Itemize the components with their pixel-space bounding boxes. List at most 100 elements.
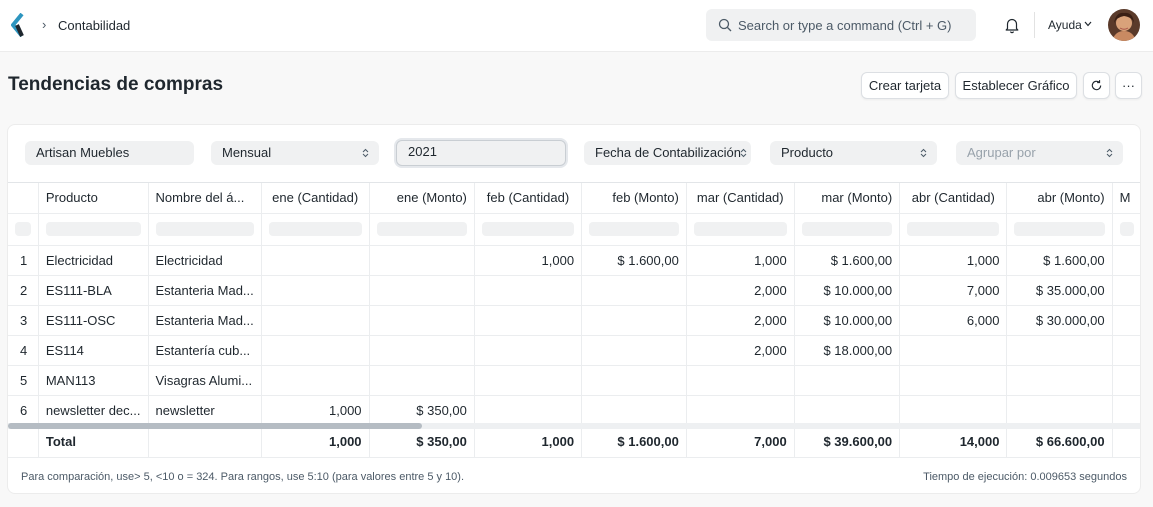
- horizontal-scrollbar[interactable]: [8, 423, 1140, 429]
- table-cell[interactable]: $ 350,00: [369, 395, 475, 426]
- table-cell[interactable]: newsletter: [148, 395, 262, 426]
- table-cell[interactable]: [261, 335, 370, 366]
- column-header[interactable]: Nombre del á...: [148, 183, 262, 214]
- table-cell[interactable]: [474, 365, 583, 396]
- table-cell[interactable]: ES111-BLA: [38, 275, 149, 306]
- table-cell[interactable]: 2,000: [686, 275, 795, 306]
- period-select[interactable]: Mensual: [211, 141, 379, 165]
- refresh-button[interactable]: [1083, 72, 1110, 99]
- table-cell[interactable]: [1112, 335, 1140, 366]
- based-on-select[interactable]: Fecha de Contabilización: [584, 141, 751, 165]
- table-cell[interactable]: [1112, 365, 1140, 396]
- table-cell[interactable]: [369, 365, 475, 396]
- column-header[interactable]: feb (Monto): [581, 183, 687, 214]
- user-avatar[interactable]: [1108, 9, 1140, 41]
- table-cell[interactable]: 2,000: [686, 335, 795, 366]
- search-bar[interactable]: Search or type a command (Ctrl + G): [706, 9, 976, 41]
- table-cell[interactable]: [369, 245, 475, 276]
- table-cell[interactable]: Visagras Alumi...: [148, 365, 262, 396]
- table-cell[interactable]: ES114: [38, 335, 149, 366]
- table-cell[interactable]: [899, 395, 1008, 426]
- table-cell[interactable]: [1006, 365, 1113, 396]
- breadcrumb-contabilidad[interactable]: Contabilidad: [58, 18, 130, 33]
- table-cell[interactable]: $ 18.000,00: [794, 335, 901, 366]
- table-cell[interactable]: [1112, 245, 1140, 276]
- table-cell[interactable]: Estanteria Mad...: [148, 275, 262, 306]
- column-filter-input[interactable]: [261, 213, 370, 246]
- table-cell[interactable]: [474, 305, 583, 336]
- table-cell[interactable]: [369, 335, 475, 366]
- scrollbar-thumb[interactable]: [8, 423, 422, 429]
- table-cell[interactable]: [369, 305, 475, 336]
- table-cell[interactable]: 1,000: [474, 245, 583, 276]
- column-filter-input[interactable]: [899, 213, 1008, 246]
- table-row[interactable]: 3 ES111-OSC Estanteria Mad... 2,000 $ 10.000…: [8, 305, 1140, 336]
- table-cell[interactable]: $ 10.000,00: [794, 305, 901, 336]
- table-cell[interactable]: [261, 365, 370, 396]
- more-actions-button[interactable]: ···: [1115, 72, 1142, 99]
- table-cell[interactable]: [794, 365, 901, 396]
- column-filter-input[interactable]: [686, 213, 795, 246]
- table-cell[interactable]: Electricidad: [38, 245, 149, 276]
- table-cell[interactable]: 6,000: [899, 305, 1008, 336]
- table-cell[interactable]: $ 1.600,00: [1006, 245, 1113, 276]
- table-cell[interactable]: $ 1.600,00: [794, 245, 901, 276]
- column-filter-input[interactable]: [1112, 213, 1140, 246]
- table-cell[interactable]: [581, 275, 687, 306]
- company-filter[interactable]: Artisan Muebles: [25, 141, 194, 165]
- table-cell[interactable]: 2,000: [686, 305, 795, 336]
- table-row[interactable]: 2 ES111-BLA Estanteria Mad... 2,000 $ 10.000…: [8, 275, 1140, 306]
- table-cell[interactable]: [261, 275, 370, 306]
- table-cell[interactable]: 1,000: [899, 245, 1008, 276]
- column-filter-input[interactable]: [38, 213, 149, 246]
- column-header[interactable]: Producto: [38, 183, 149, 214]
- table-cell[interactable]: [474, 275, 583, 306]
- table-cell[interactable]: [794, 395, 901, 426]
- fiscal-year-filter[interactable]: 2021: [396, 140, 566, 166]
- chevron-down-icon[interactable]: [1084, 21, 1092, 27]
- table-cell[interactable]: [581, 365, 687, 396]
- column-header[interactable]: mar (Cantidad): [686, 183, 795, 214]
- table-row[interactable]: 4 ES114 Estantería cub... 2,000 $ 18.000,00: [8, 335, 1140, 366]
- table-row[interactable]: 1 Electricidad Electricidad 1,000 $ 1.600,00…: [8, 245, 1140, 276]
- column-header[interactable]: feb (Cantidad): [474, 183, 583, 214]
- column-filter-input[interactable]: [794, 213, 901, 246]
- column-header[interactable]: abr (Monto): [1006, 183, 1113, 214]
- table-cell[interactable]: [686, 395, 795, 426]
- table-cell[interactable]: [581, 395, 687, 426]
- table-cell[interactable]: newsletter dec...: [38, 395, 149, 426]
- group-by-select[interactable]: Agrupar por: [956, 141, 1123, 165]
- column-filter-input[interactable]: [148, 213, 262, 246]
- table-cell[interactable]: [474, 395, 583, 426]
- table-cell[interactable]: 7,000: [899, 275, 1008, 306]
- table-cell[interactable]: ES111-OSC: [38, 305, 149, 336]
- help-menu[interactable]: Ayuda: [1048, 18, 1082, 32]
- table-cell[interactable]: Estanteria Mad...: [148, 305, 262, 336]
- table-cell[interactable]: [581, 335, 687, 366]
- column-filter-input[interactable]: [1006, 213, 1113, 246]
- column-header[interactable]: ene (Cantidad): [261, 183, 370, 214]
- set-chart-button[interactable]: Establecer Gráfico: [955, 72, 1077, 99]
- column-header[interactable]: M: [1112, 183, 1140, 214]
- table-cell[interactable]: $ 1.600,00: [581, 245, 687, 276]
- table-cell[interactable]: [899, 365, 1008, 396]
- column-filter-input[interactable]: [581, 213, 687, 246]
- table-row[interactable]: 6 newsletter dec... newsletter 1,000 $ 350,0…: [8, 395, 1140, 426]
- table-cell[interactable]: [581, 305, 687, 336]
- table-cell[interactable]: Estantería cub...: [148, 335, 262, 366]
- notifications-bell-icon[interactable]: [1003, 16, 1021, 34]
- table-cell[interactable]: [474, 335, 583, 366]
- table-cell[interactable]: [261, 305, 370, 336]
- table-cell[interactable]: [1112, 395, 1140, 426]
- table-cell[interactable]: [686, 365, 795, 396]
- column-header[interactable]: abr (Cantidad): [899, 183, 1008, 214]
- app-logo-icon[interactable]: [11, 13, 25, 37]
- table-cell[interactable]: [1112, 305, 1140, 336]
- table-cell[interactable]: [261, 245, 370, 276]
- column-filter-input[interactable]: [369, 213, 475, 246]
- type-select[interactable]: Producto: [770, 141, 937, 165]
- table-cell[interactable]: Electricidad: [148, 245, 262, 276]
- create-card-button[interactable]: Crear tarjeta: [861, 72, 949, 99]
- table-row[interactable]: 5 MAN113 Visagras Alumi...: [8, 365, 1140, 396]
- table-cell[interactable]: 1,000: [261, 395, 370, 426]
